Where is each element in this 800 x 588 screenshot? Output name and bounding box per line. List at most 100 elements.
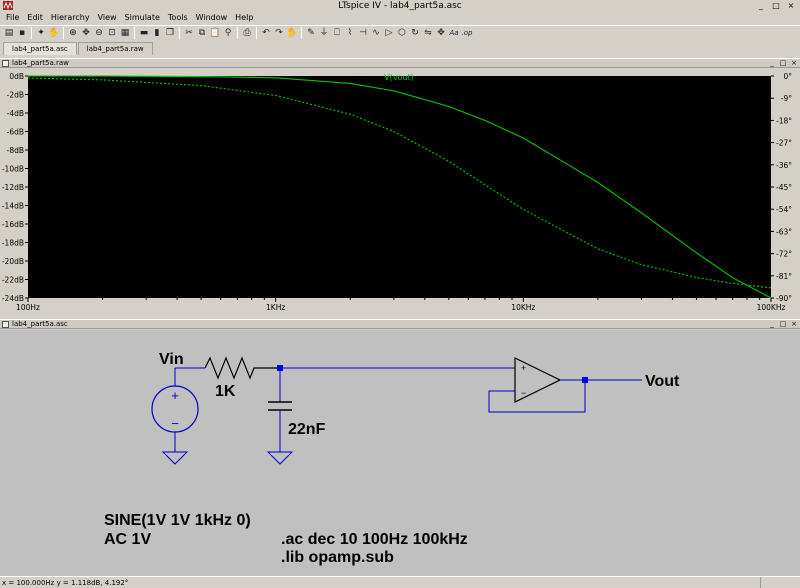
y-right-tick-label: -63° — [776, 227, 792, 236]
y-right-tick-label: -27° — [776, 139, 792, 148]
minimize-icon[interactable]: _ — [754, 1, 768, 11]
tile-horizontal-icon[interactable]: ▬ — [138, 27, 150, 39]
y-left-tick-label: -14dB — [2, 202, 24, 211]
y-right-tick-label: -9° — [781, 94, 792, 103]
status-bar: x = 100.000Hz y = 1.118dB, 4.192° — [0, 576, 800, 588]
resize-grip[interactable] — [760, 577, 800, 588]
plot-minimize-icon[interactable]: _ — [768, 59, 776, 68]
halt-icon[interactable]: ✋ — [48, 27, 60, 39]
menu-help[interactable]: Help — [231, 12, 257, 24]
y-left-tick-label: -4dB — [7, 109, 24, 118]
capacitor[interactable] — [268, 401, 292, 411]
undo-icon[interactable]: ↶ — [260, 27, 272, 39]
drag-icon[interactable]: ✋ — [286, 27, 298, 39]
cursor-readout: x = 100.000Hz y = 1.118dB, 4.192° — [2, 579, 129, 587]
schematic-canvas[interactable]: + − + − Vin 1K 22nF Vout SINE(1V 1V 1kHz… — [0, 330, 800, 576]
plot-maximize-icon[interactable]: □ — [779, 59, 787, 68]
resistor-value[interactable]: 1K — [215, 383, 236, 400]
move-icon[interactable]: ✥ — [435, 27, 447, 39]
run-icon[interactable]: ✦ — [35, 27, 47, 39]
lib-directive[interactable]: .lib opamp.sub — [281, 549, 394, 566]
ground-icon[interactable]: ⏚ — [318, 27, 330, 39]
diode-icon[interactable]: ▷ — [383, 27, 395, 39]
wire-icon[interactable]: ✎ — [305, 27, 317, 39]
zoom-out-icon[interactable]: ⊖ — [93, 27, 105, 39]
label-net-icon[interactable]: ⎕ — [331, 27, 343, 39]
y-left-tick-label: -22dB — [2, 276, 24, 285]
y-left-tick-label: -16dB — [2, 220, 24, 229]
schematic-maximize-icon[interactable]: □ — [779, 320, 787, 329]
find-icon[interactable]: ⚲ — [222, 27, 234, 39]
close-icon[interactable]: × — [784, 1, 798, 11]
redo-icon[interactable]: ↷ — [273, 27, 285, 39]
ground-symbol[interactable] — [161, 449, 189, 465]
save-icon[interactable]: ▪ — [16, 27, 28, 39]
tab-schematic[interactable]: lab4_part5a.asc — [3, 42, 77, 55]
zoom-fit-icon[interactable]: ⊡ — [106, 27, 118, 39]
y-right-tick-label: -90° — [776, 294, 792, 303]
schematic-close-icon[interactable]: × — [790, 320, 798, 329]
x-tick-label: 100Hz — [16, 303, 40, 312]
menu-tools[interactable]: Tools — [164, 12, 192, 24]
spice-directive-icon[interactable]: .op — [461, 27, 473, 39]
inductor-icon[interactable]: ∿ — [370, 27, 382, 39]
tile-vertical-icon[interactable]: ▮ — [151, 27, 163, 39]
vin-label[interactable]: Vin — [159, 351, 184, 368]
y-left-tick-label: -18dB — [2, 239, 24, 248]
toolbar-separator — [237, 27, 238, 39]
sine-source-value[interactable]: SINE(1V 1V 1kHz 0) — [104, 512, 251, 529]
menu-simulate[interactable]: Simulate — [121, 12, 164, 24]
menu-edit[interactable]: Edit — [23, 12, 47, 24]
cut-icon[interactable]: ✂ — [183, 27, 195, 39]
resistor-icon[interactable]: ⌇ — [344, 27, 356, 39]
schematic-doc-icon — [2, 321, 9, 328]
cascade-icon[interactable]: ❐ — [164, 27, 176, 39]
bode-chart[interactable]: 0dB -2dB -4dB -6dB -8dB -10dB -12dB -14dB -16dB -… — [0, 68, 800, 318]
text-icon[interactable]: Aa — [448, 27, 460, 39]
mirror-icon[interactable]: ⇋ — [422, 27, 434, 39]
opamp[interactable]: + − — [514, 357, 562, 403]
open-icon[interactable]: ▤ — [3, 27, 15, 39]
menu-hierarchy[interactable]: Hierarchy — [47, 12, 94, 24]
component-icon[interactable]: ⬡ — [396, 27, 408, 39]
resistor[interactable] — [204, 356, 280, 380]
chart-title[interactable]: V(vout) — [384, 73, 414, 82]
y-right-tick-label: -45° — [776, 183, 792, 192]
title-bar: LTspice IV - lab4_part5a.asc _ □ × — [0, 0, 800, 12]
waveform-doc-icon — [2, 60, 9, 67]
voltage-source[interactable]: + − — [151, 368, 199, 449]
paste-icon[interactable]: 📋 — [209, 27, 221, 39]
menu-window[interactable]: Window — [192, 12, 232, 24]
document-tabs: lab4_part5a.asc lab4_part5a.raw — [0, 41, 800, 55]
y-left-tick-label: 0dB — [9, 72, 24, 81]
ac-source-value[interactable]: AC 1V — [104, 531, 151, 548]
copy-icon[interactable]: ⧉ — [196, 27, 208, 39]
zoom-in-icon[interactable]: ⊕ — [67, 27, 79, 39]
ground-symbol[interactable] — [266, 451, 294, 465]
schematic-minimize-icon[interactable]: _ — [768, 320, 776, 329]
tab-waveform[interactable]: lab4_part5a.raw — [77, 42, 153, 55]
toolbar-separator — [301, 27, 302, 39]
opamp-plus-label: + — [521, 363, 526, 373]
y-right-tick-label: -72° — [776, 250, 792, 259]
toolbar-separator — [134, 27, 135, 39]
window-title: LTspice IV - lab4_part5a.asc — [338, 1, 462, 11]
menu-file[interactable]: File — [2, 12, 23, 24]
vout-label[interactable]: Vout — [645, 373, 680, 390]
waveform-plot[interactable]: 0dB -2dB -4dB -6dB -8dB -10dB -12dB -14dB -16dB -… — [0, 68, 800, 318]
capacitor-value[interactable]: 22nF — [288, 421, 326, 438]
toolbar-separator — [63, 27, 64, 39]
ac-analysis-directive[interactable]: .ac dec 10 100Hz 100kHz — [281, 531, 468, 548]
grid-icon[interactable]: ▦ — [119, 27, 131, 39]
rotate-icon[interactable]: ↻ — [409, 27, 421, 39]
print-icon[interactable]: ⎙ — [241, 27, 253, 39]
y-left-tick-label: -12dB — [2, 183, 24, 192]
plot-area[interactable] — [28, 76, 771, 298]
capacitor-icon[interactable]: ⊣ — [357, 27, 369, 39]
feedback-wire[interactable] — [488, 380, 586, 413]
plot-close-icon[interactable]: × — [790, 59, 798, 68]
menu-view[interactable]: View — [94, 12, 121, 24]
pan-icon[interactable]: ✥ — [80, 27, 92, 39]
menu-bar: File Edit Hierarchy View Simulate Tools … — [0, 12, 800, 24]
maximize-icon[interactable]: □ — [769, 1, 783, 11]
